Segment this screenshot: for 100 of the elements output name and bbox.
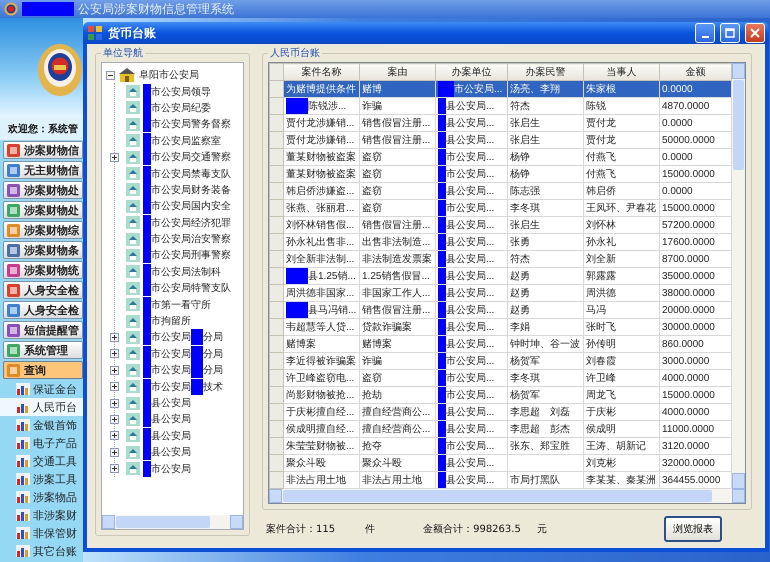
redaction-bar — [438, 200, 446, 216]
table-row[interactable]: 李近得被诈骗案 诈骗 市公安局... 杨贺军 刘春霞 3000.0000 — [270, 352, 732, 370]
table-row[interactable]: 贾付龙涉嫌销... 销售假冒注册... 县公安局... 张启生 贾付龙 0.0000 — [270, 114, 732, 132]
tree-item[interactable]: 市公安局 — [151, 462, 191, 476]
report-button[interactable]: 浏览报表 — [664, 516, 722, 542]
minimize-button[interactable] — [695, 23, 715, 43]
table-row[interactable]: 赌博案 赌博案 县公安局... 钟时坤、谷一波 孙传明 860.0000 — [270, 336, 732, 352]
table-row[interactable]: 周洪德非国家... 非国家工作人... 县公安局... 赵勇 周洪德 38000.0000 — [270, 284, 732, 302]
expand-toggle[interactable] — [110, 414, 119, 424]
menu-button[interactable]: 无主财物信 — [3, 161, 83, 179]
tree-item[interactable]: 市公安局财务装备 — [151, 182, 231, 197]
vertical-scrollbar[interactable] — [732, 63, 745, 489]
expand-toggle[interactable] — [110, 431, 119, 440]
tree-item[interactable]: 市公安局 分局 — [151, 362, 223, 378]
tree-item[interactable]: 市公安局刑事警察 — [151, 248, 231, 262]
expand-toggle[interactable] — [110, 152, 119, 162]
maximize-button[interactable] — [720, 23, 740, 43]
tree-item[interactable]: 市公安局法制科 — [151, 264, 221, 279]
horizontal-scrollbar[interactable] — [102, 515, 243, 529]
tree-item[interactable]: 市公安局领导 — [151, 84, 211, 99]
tree-item[interactable]: 市公安局 分局 — [151, 329, 223, 346]
tree-item[interactable]: 县公安局 — [151, 396, 191, 410]
menu-button[interactable]: 涉案财物处 — [3, 201, 83, 219]
table-row[interactable]: 刘全新非法制... 非法制造发票案 县公安局... 符杰 刘全新 8700.0000 — [270, 250, 732, 268]
column-header[interactable]: 金额 — [660, 64, 732, 80]
expand-toggle[interactable] — [110, 382, 119, 392]
table-row[interactable]: 韩启侨涉嫌盗... 盗窃 县公安局... 陈志强 韩启侨 0.0000 — [270, 182, 732, 200]
column-header[interactable]: 办案民警 — [508, 64, 584, 80]
table-row[interactable]: 贾付龙涉嫌销... 销售假冒注册... 县公安局... 张启生 贾付龙 50000.0000 — [270, 132, 732, 148]
tree-item[interactable]: 市公安局经济犯罪 — [151, 216, 231, 230]
unit-text: 元 — [536, 523, 547, 536]
tree-item[interactable]: 县公安局 — [151, 445, 191, 460]
table-row[interactable]: 刘怀林销售假... 销售假冒注册... 县公安局... 张启生 刘怀林 57200.0000 — [270, 216, 732, 234]
tree-item[interactable]: 市公安局禁毒支队 — [151, 166, 231, 181]
menu-button[interactable]: 涉案财物统 — [3, 261, 83, 279]
tree-item[interactable]: 市公安局 分局 — [151, 346, 223, 362]
column-header[interactable]: 案件名称 — [284, 64, 360, 80]
menu-button[interactable]: 涉案财物条 — [3, 241, 83, 259]
column-header[interactable]: 案由 — [360, 64, 436, 80]
tree-item[interactable]: 县公安局 — [151, 428, 191, 443]
table-row[interactable]: 侯成明擅自经... 擅自经营商公... 县公安局... 李思超 彭杰 侯成明 11000.0000 — [270, 420, 732, 438]
submenu-item[interactable]: 非保管财 — [0, 524, 83, 542]
submenu-item[interactable]: 交通工具 — [0, 452, 83, 470]
table-row[interactable]: 韦超慧等人贷... 贷款诈骗案 县公安局... 李娟 张时飞 30000.0000 — [270, 318, 732, 336]
submenu-item[interactable]: 人民币台 — [0, 398, 83, 416]
submenu-item[interactable]: 涉案工具 — [0, 470, 83, 488]
expand-toggle[interactable] — [110, 349, 119, 358]
submenu-item[interactable]: 保证金台 — [0, 380, 83, 398]
tree-item[interactable]: 市公安局警务督察 — [151, 117, 231, 132]
table-row[interactable]: 朱莹莹财物被... 抢夺 市公安局... 张东、郑宝胜 王涛、胡新记 3120.0000 — [270, 438, 732, 454]
expand-toggle[interactable] — [106, 70, 115, 80]
expand-toggle[interactable] — [110, 464, 119, 474]
expand-toggle[interactable] — [110, 398, 119, 408]
menu-button[interactable]: 查询 — [3, 361, 83, 379]
menu-button[interactable]: 短信提醒管 — [3, 321, 83, 339]
table-row[interactable]: 陈锐涉... 诈骗 县公安局... 符杰 陈锐 4870.0000 — [270, 98, 732, 114]
tree-item[interactable]: 市拘留所 — [151, 314, 191, 328]
table-row[interactable]: 尚影财物被抢... 抢劫 市公安局... 杨贺军 周龙飞 15000.0000 — [270, 386, 732, 404]
horizontal-scrollbar[interactable] — [269, 489, 745, 503]
menu-button[interactable]: 涉案财物信 — [3, 141, 83, 159]
column-header[interactable]: 办案单位 — [436, 64, 508, 80]
table-row[interactable]: 张燕、张丽君... 盗窃 市公安局... 李冬琪 王凤环、尹春花 15000.0000 — [270, 200, 732, 216]
table-row[interactable]: 县1.25销... 1.25销售假冒... 县公安局... 赵勇 郭露露 35000.0000 — [270, 268, 732, 284]
submenu-item[interactable]: 其它台账 — [0, 542, 83, 560]
tree-item[interactable]: 市公安局国内安全 — [151, 199, 231, 214]
redaction-bar — [438, 150, 446, 164]
expand-toggle[interactable] — [110, 448, 119, 457]
menu-button[interactable]: 涉案财物综 — [3, 221, 83, 239]
table-row[interactable]: 董某财物被盗案 盗窃 市公安局... 杨铮 付燕飞 0.0000 — [270, 148, 732, 166]
table-row[interactable]: 董某财物被盗案 盗窃 市公安局... 杨铮 付燕飞 15000.0000 — [270, 166, 732, 182]
tree-item[interactable]: 县公安局 — [151, 412, 191, 426]
menu-button[interactable]: 人身安全检 — [3, 281, 83, 299]
tree-item[interactable]: 市公安局监察室 — [151, 134, 221, 148]
submenu-item[interactable]: 非涉案财 — [0, 506, 83, 524]
table-row[interactable]: 聚众斗殴 聚众斗殴 县公安局... 刘克彬 32000.0000 — [270, 454, 732, 472]
menu-button[interactable]: 涉案财物处 — [3, 181, 83, 199]
expand-toggle[interactable] — [110, 332, 119, 342]
tree-item[interactable]: 市公安局交通警察 — [151, 150, 231, 164]
submenu-item[interactable]: 电子产品 — [0, 434, 83, 452]
menu-button[interactable]: 人身安全检 — [3, 301, 83, 319]
menu-button[interactable]: 系统管理 — [3, 341, 83, 359]
table-row[interactable]: 孙永礼出售非... 出售非法制造... 县公安局... 张勇 孙永礼 17600.0000 — [270, 234, 732, 250]
submenu-item[interactable]: 涉案物品 — [0, 488, 83, 506]
table-row[interactable]: 许卫峰盗窃电... 盗窃 市公安局... 李冬琪 许卫峰 4000.0000 — [270, 370, 732, 386]
tree-item[interactable]: 市公安局治安警察 — [151, 232, 231, 246]
house-icon — [126, 232, 140, 246]
table-row[interactable]: 于庆彬擅自经... 擅自经营商公... 县公安局... 李思超 刘磊 于庆彬 4000.0000 — [270, 404, 732, 420]
tree-item[interactable]: 市公安局特警支队 — [151, 281, 231, 296]
tree-item[interactable]: 阜阳市公安局 — [139, 68, 199, 82]
table-row[interactable]: 县马冯销... 销售假冒注册... 县公安局... 赵勇 马冯 20000.0000 — [270, 302, 732, 318]
maximize-icon — [725, 28, 735, 38]
column-header[interactable]: 当事人 — [584, 64, 660, 80]
chart-icon — [16, 419, 30, 431]
table-row[interactable]: 为赌博提供条件 赌博 市公安局... 汤亮、李翔 朱家根 0.0000 — [270, 80, 732, 98]
tree-item[interactable]: 市公安局纪委 — [151, 100, 211, 115]
tree-item[interactable]: 市公安局 技术 — [151, 378, 223, 395]
tree-item[interactable]: 市第一看守所 — [151, 298, 211, 312]
submenu-item[interactable]: 金银首饰 — [0, 416, 83, 434]
expand-toggle[interactable] — [110, 366, 119, 375]
close-button[interactable] — [745, 23, 765, 43]
